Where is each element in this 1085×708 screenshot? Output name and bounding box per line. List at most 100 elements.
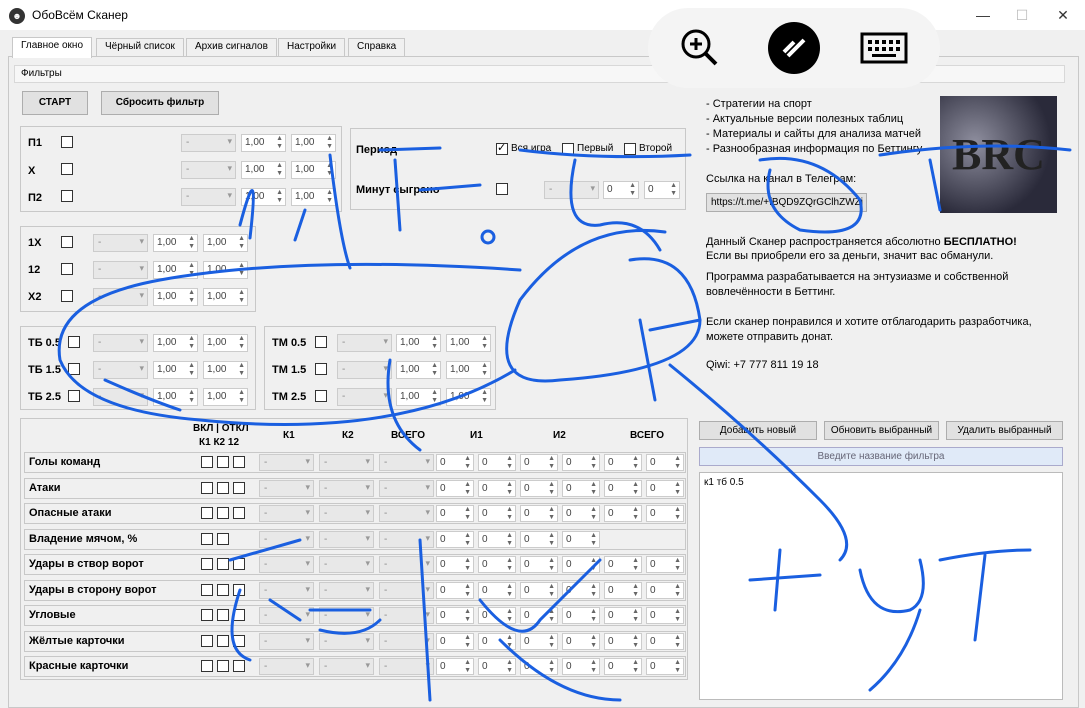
- stat-select[interactable]: - ▾: [259, 505, 314, 522]
- double-spin-1x-min[interactable]: 1,00 ▲ ▼: [153, 234, 198, 252]
- filter-name-input[interactable]: Введите название фильтра: [699, 447, 1063, 466]
- tb-select-05[interactable]: - ▾: [93, 334, 148, 352]
- tab-help[interactable]: Справка: [348, 38, 406, 56]
- stat-spin[interactable]: 0 ▲ ▼: [604, 633, 642, 650]
- tb-select-25[interactable]: - ▾: [93, 388, 148, 406]
- stat-spin[interactable]: 0 ▲ ▼: [478, 556, 516, 573]
- stat-select[interactable]: - ▾: [379, 531, 434, 548]
- stat-spin[interactable]: 0 ▲ ▼: [604, 505, 642, 522]
- stat-spin[interactable]: 0 ▲ ▼: [436, 633, 474, 650]
- stat-spin[interactable]: 0 ▲ ▼: [520, 633, 558, 650]
- stat-spin[interactable]: 0 ▲ ▼: [436, 658, 474, 675]
- tab-archive[interactable]: Архив сигналов: [186, 38, 277, 56]
- tm-spin-25-min[interactable]: 1,00 ▲ ▼: [396, 388, 441, 406]
- stat-select[interactable]: - ▾: [319, 582, 374, 599]
- close-button[interactable]: ✕: [1048, 4, 1078, 26]
- stat-spin[interactable]: 0 ▲ ▼: [562, 531, 600, 548]
- stat-team-checkbox[interactable]: [217, 635, 229, 647]
- outcome-spin-x-max[interactable]: 1,00 ▲ ▼: [291, 161, 336, 179]
- double-select-12[interactable]: - ▾: [93, 261, 148, 279]
- stat-spin[interactable]: 0 ▲ ▼: [646, 454, 684, 471]
- stat-spin[interactable]: 0 ▲ ▼: [436, 556, 474, 573]
- stat-select[interactable]: - ▾: [259, 633, 314, 650]
- tm-spin-15-max[interactable]: 1,00 ▲ ▼: [446, 361, 491, 379]
- stat-team-checkbox[interactable]: [201, 635, 213, 647]
- stat-select[interactable]: - ▾: [259, 658, 314, 675]
- outcome-spin-p2-max[interactable]: 1,00 ▲ ▼: [291, 188, 336, 206]
- minutes-spin-to[interactable]: 0 ▲ ▼: [644, 181, 680, 199]
- stat-spin[interactable]: 0 ▲ ▼: [478, 531, 516, 548]
- stat-team-checkbox[interactable]: [217, 456, 229, 468]
- period-checkbox-whole[interactable]: [496, 141, 508, 155]
- stat-select[interactable]: - ▾: [259, 582, 314, 599]
- update-filter-button[interactable]: Обновить выбранный: [824, 421, 939, 440]
- tb-select-15[interactable]: - ▾: [93, 361, 148, 379]
- maximize-button[interactable]: ☐: [1007, 4, 1037, 26]
- double-select-x2[interactable]: - ▾: [93, 288, 148, 306]
- stat-spin[interactable]: 0 ▲ ▼: [646, 556, 684, 573]
- stat-spin[interactable]: 0 ▲ ▼: [562, 633, 600, 650]
- stat-spin[interactable]: 0 ▲ ▼: [436, 505, 474, 522]
- stat-team-checkbox[interactable]: [217, 558, 229, 570]
- stat-team-checkbox[interactable]: [217, 507, 229, 519]
- stat-select[interactable]: - ▾: [379, 582, 434, 599]
- stat-spin[interactable]: 0 ▲ ▼: [646, 658, 684, 675]
- minutes-select[interactable]: - ▾: [544, 181, 599, 199]
- stat-team-checkbox[interactable]: [233, 482, 245, 494]
- tm-spin-05-min[interactable]: 1,00 ▲ ▼: [396, 334, 441, 352]
- stat-team-checkbox[interactable]: [217, 660, 229, 672]
- tb-spin-05-max[interactable]: 1,00 ▲ ▼: [203, 334, 248, 352]
- stat-team-checkbox[interactable]: [201, 584, 213, 596]
- stat-team-checkbox[interactable]: [233, 660, 245, 672]
- tb-checkbox-05[interactable]: [68, 336, 80, 348]
- stat-spin[interactable]: 0 ▲ ▼: [562, 480, 600, 497]
- stat-spin[interactable]: 0 ▲ ▼: [436, 531, 474, 548]
- stat-team-checkbox[interactable]: [201, 482, 213, 494]
- stat-spin[interactable]: 0 ▲ ▼: [604, 480, 642, 497]
- stat-team-checkbox[interactable]: [217, 482, 229, 494]
- tm-select-05[interactable]: - ▾: [337, 334, 392, 352]
- stat-spin[interactable]: 0 ▲ ▼: [436, 607, 474, 624]
- minutes-checkbox[interactable]: [496, 183, 508, 195]
- stat-spin[interactable]: 0 ▲ ▼: [520, 480, 558, 497]
- stat-team-checkbox[interactable]: [201, 456, 213, 468]
- stat-select[interactable]: - ▾: [319, 658, 374, 675]
- stat-select[interactable]: - ▾: [259, 454, 314, 471]
- stat-select[interactable]: - ▾: [319, 505, 374, 522]
- double-checkbox-1x[interactable]: [61, 236, 73, 248]
- stat-select[interactable]: - ▾: [379, 607, 434, 624]
- outcome-select-x[interactable]: - ▾: [181, 161, 236, 179]
- stat-spin[interactable]: 0 ▲ ▼: [436, 582, 474, 599]
- tb-checkbox-15[interactable]: [68, 363, 80, 375]
- minutes-spin-from[interactable]: 0 ▲ ▼: [603, 181, 639, 199]
- stat-select[interactable]: - ▾: [319, 633, 374, 650]
- stat-spin[interactable]: 0 ▲ ▼: [562, 582, 600, 599]
- double-select-1x[interactable]: - ▾: [93, 234, 148, 252]
- double-checkbox-12[interactable]: [61, 263, 73, 275]
- start-button[interactable]: СТАРТ: [22, 91, 88, 115]
- stat-select[interactable]: - ▾: [379, 633, 434, 650]
- tm-spin-15-min[interactable]: 1,00 ▲ ▼: [396, 361, 441, 379]
- stat-spin[interactable]: 0 ▲ ▼: [478, 480, 516, 497]
- delete-filter-button[interactable]: Удалить выбранный: [946, 421, 1063, 440]
- stat-select[interactable]: - ▾: [379, 454, 434, 471]
- stat-select[interactable]: - ▾: [379, 556, 434, 573]
- outcome-spin-p2-min[interactable]: 1,00 ▲ ▼: [241, 188, 286, 206]
- outcome-checkbox-x[interactable]: [61, 163, 73, 175]
- stat-team-checkbox[interactable]: [217, 533, 229, 545]
- stat-team-checkbox[interactable]: [217, 609, 229, 621]
- stat-spin[interactable]: 0 ▲ ▼: [520, 454, 558, 471]
- stat-team-checkbox[interactable]: [201, 558, 213, 570]
- stat-select[interactable]: - ▾: [379, 480, 434, 497]
- tm-spin-25-max[interactable]: 1,00 ▲ ▼: [446, 388, 491, 406]
- keyboard-icon[interactable]: [858, 22, 910, 74]
- outcome-select-p2[interactable]: - ▾: [181, 188, 236, 206]
- tb-spin-05-min[interactable]: 1,00 ▲ ▼: [153, 334, 198, 352]
- stat-team-checkbox[interactable]: [201, 533, 213, 545]
- tab-settings[interactable]: Настройки: [278, 38, 346, 56]
- stat-spin[interactable]: 0 ▲ ▼: [646, 480, 684, 497]
- minimize-button[interactable]: —: [968, 4, 998, 26]
- stat-select[interactable]: - ▾: [259, 480, 314, 497]
- stat-select[interactable]: - ▾: [319, 607, 374, 624]
- stat-select[interactable]: - ▾: [319, 454, 374, 471]
